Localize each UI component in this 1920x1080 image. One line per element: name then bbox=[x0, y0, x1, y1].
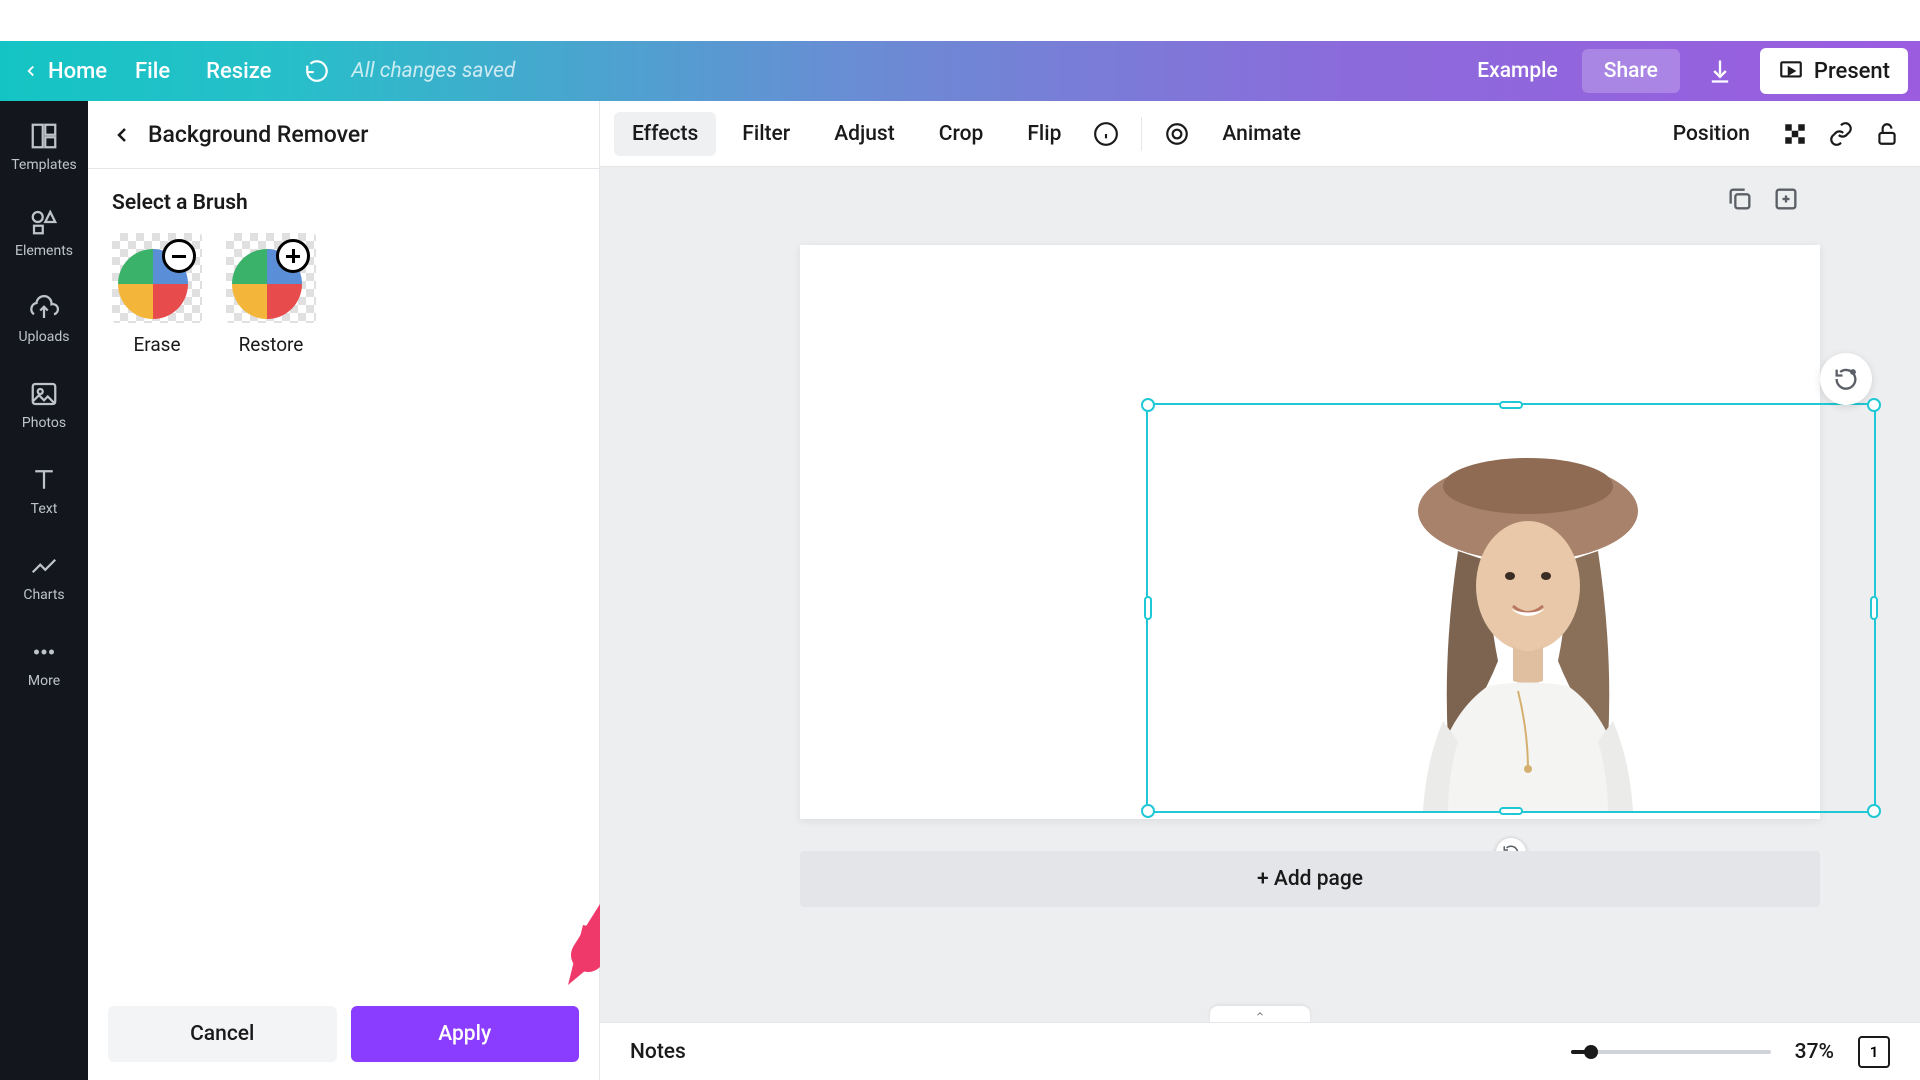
comment-fab[interactable] bbox=[1820, 353, 1872, 405]
duplicate-page-button[interactable] bbox=[1726, 185, 1754, 213]
back-button[interactable] bbox=[110, 123, 134, 147]
sidebar-item-photos[interactable]: Photos bbox=[0, 373, 88, 437]
sidebar-item-label: Uploads bbox=[18, 329, 69, 345]
present-label: Present bbox=[1814, 59, 1890, 84]
canvas-area: Effects Filter Adjust Crop Flip Animate … bbox=[600, 101, 1920, 1080]
apply-button[interactable]: Apply bbox=[351, 1006, 580, 1062]
resize-handle-tl[interactable] bbox=[1141, 398, 1155, 412]
erase-label: Erase bbox=[133, 333, 180, 356]
templates-icon bbox=[29, 121, 59, 151]
chevron-up-icon bbox=[1252, 1009, 1268, 1019]
resize-handle-bl[interactable] bbox=[1141, 804, 1155, 818]
panel-title: Background Remover bbox=[148, 121, 368, 148]
background-remover-panel: Background Remover Select a Brush Erase bbox=[88, 101, 600, 1080]
present-icon bbox=[1778, 58, 1804, 84]
undo-button[interactable] bbox=[303, 57, 331, 85]
page-indicator[interactable]: 1 bbox=[1858, 1036, 1890, 1068]
selection-box[interactable] bbox=[1146, 403, 1876, 813]
notes-button[interactable]: Notes bbox=[630, 1040, 686, 1064]
undo-icon bbox=[304, 58, 330, 84]
minus-icon bbox=[162, 239, 196, 273]
elements-icon bbox=[29, 207, 59, 237]
sidebar-item-label: Elements bbox=[15, 243, 73, 259]
document-title[interactable]: Example bbox=[1477, 59, 1557, 83]
plus-icon bbox=[276, 239, 310, 273]
erase-thumbnail bbox=[112, 233, 202, 323]
download-button[interactable] bbox=[1696, 57, 1744, 85]
restore-label: Restore bbox=[239, 333, 304, 356]
resize-menu[interactable]: Resize bbox=[188, 53, 289, 90]
more-icon bbox=[29, 637, 59, 667]
crop-button[interactable]: Crop bbox=[921, 112, 1002, 156]
link-button[interactable] bbox=[1822, 115, 1860, 153]
text-icon bbox=[29, 465, 59, 495]
expand-handle[interactable] bbox=[1210, 1006, 1310, 1022]
editor-sidebar: Templates Elements Uploads Photos Text C… bbox=[0, 101, 88, 1080]
flip-button[interactable]: Flip bbox=[1009, 112, 1079, 156]
adjust-button[interactable]: Adjust bbox=[816, 112, 913, 156]
panel-footer: Cancel Apply bbox=[88, 992, 599, 1080]
info-button[interactable] bbox=[1087, 115, 1125, 153]
transparency-icon bbox=[1782, 121, 1808, 147]
add-page-icon-button[interactable] bbox=[1772, 185, 1800, 213]
add-page-button[interactable]: + Add page bbox=[800, 851, 1820, 907]
resize-handle-top[interactable] bbox=[1499, 401, 1523, 409]
zoom-percent[interactable]: 37% bbox=[1795, 1040, 1834, 1064]
canvas-page[interactable] bbox=[800, 245, 1820, 819]
sidebar-item-label: More bbox=[28, 673, 60, 689]
restore-thumbnail bbox=[226, 233, 316, 323]
resize-handle-br[interactable] bbox=[1867, 804, 1881, 818]
panel-header: Background Remover bbox=[88, 101, 599, 169]
sidebar-item-label: Text bbox=[31, 501, 58, 517]
filter-button[interactable]: Filter bbox=[724, 112, 808, 156]
resize-handle-bottom[interactable] bbox=[1499, 807, 1523, 815]
file-menu[interactable]: File bbox=[117, 53, 188, 90]
charts-icon bbox=[29, 551, 59, 581]
sidebar-item-elements[interactable]: Elements bbox=[0, 201, 88, 265]
sparkle-icon bbox=[1832, 365, 1860, 393]
link-icon bbox=[1828, 121, 1854, 147]
zoom-slider-thumb[interactable] bbox=[1584, 1045, 1598, 1059]
photos-icon bbox=[29, 379, 59, 409]
transparency-button[interactable] bbox=[1776, 115, 1814, 153]
home-button[interactable]: Home bbox=[12, 53, 117, 90]
sidebar-item-charts[interactable]: Charts bbox=[0, 545, 88, 609]
lock-button[interactable] bbox=[1868, 115, 1906, 153]
brush-section-heading: Select a Brush bbox=[112, 191, 575, 215]
sidebar-item-label: Templates bbox=[11, 157, 77, 173]
sidebar-item-label: Photos bbox=[22, 415, 66, 431]
present-button[interactable]: Present bbox=[1760, 48, 1908, 94]
bottom-bar: Notes 37% 1 bbox=[600, 1022, 1920, 1080]
selected-image[interactable] bbox=[1348, 411, 1688, 811]
sidebar-item-uploads[interactable]: Uploads bbox=[0, 287, 88, 351]
resize-handle-tr[interactable] bbox=[1867, 398, 1881, 412]
lock-icon bbox=[1874, 121, 1900, 147]
sidebar-item-text[interactable]: Text bbox=[0, 459, 88, 523]
sidebar-item-label: Charts bbox=[23, 587, 64, 603]
resize-handle-right[interactable] bbox=[1870, 596, 1878, 620]
canvas-toolbar: Effects Filter Adjust Crop Flip Animate … bbox=[600, 101, 1920, 167]
zoom-slider[interactable] bbox=[1571, 1050, 1771, 1054]
position-button[interactable]: Position bbox=[1655, 112, 1768, 156]
chevron-left-icon bbox=[22, 62, 40, 80]
cancel-button[interactable]: Cancel bbox=[108, 1006, 337, 1062]
uploads-icon bbox=[29, 293, 59, 323]
share-button[interactable]: Share bbox=[1582, 49, 1680, 93]
info-icon bbox=[1093, 121, 1119, 147]
save-status: All changes saved bbox=[351, 59, 515, 83]
resize-handle-left[interactable] bbox=[1144, 596, 1152, 620]
home-label: Home bbox=[48, 59, 107, 84]
canvas-viewport[interactable]: + Add page bbox=[600, 167, 1920, 1022]
animate-circle-icon bbox=[1164, 121, 1190, 147]
animate-button[interactable]: Animate bbox=[1204, 112, 1319, 156]
brush-restore-option[interactable]: Restore bbox=[226, 233, 316, 356]
top-bar: Home File Resize All changes saved Examp… bbox=[0, 41, 1920, 101]
effects-button[interactable]: Effects bbox=[614, 112, 716, 156]
download-icon bbox=[1706, 57, 1734, 85]
brush-erase-option[interactable]: Erase bbox=[112, 233, 202, 356]
animate-icon-button[interactable] bbox=[1158, 115, 1196, 153]
browser-chrome-spacer bbox=[0, 0, 1920, 41]
sidebar-item-more[interactable]: More bbox=[0, 631, 88, 695]
sidebar-item-templates[interactable]: Templates bbox=[0, 115, 88, 179]
